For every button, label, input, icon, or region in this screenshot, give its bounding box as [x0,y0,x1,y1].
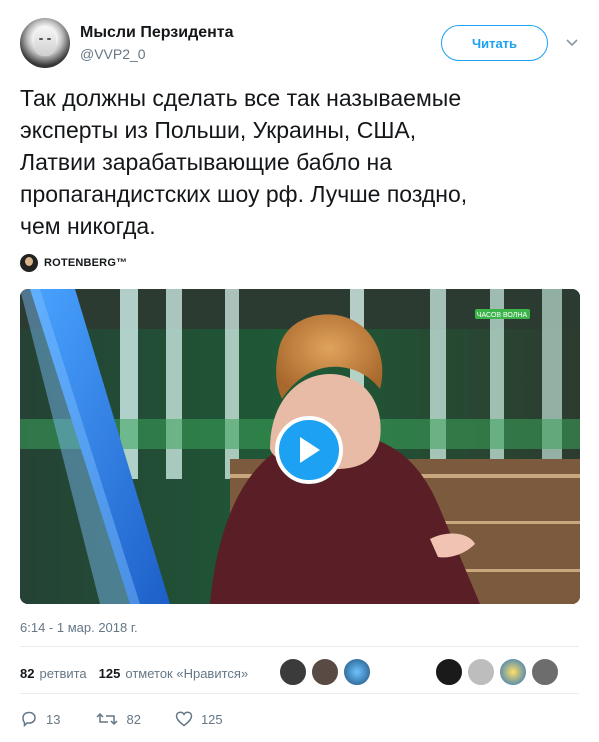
liker-avatar-7[interactable] [531,658,559,686]
tweet-text: Так должны сделать все так называемые эк… [20,85,468,239]
author-avatar[interactable] [20,18,70,68]
tweet-actions: 13 82 125 [20,708,223,730]
author-handle[interactable]: @VVP2_0 [80,46,146,62]
reply-icon [22,711,36,728]
liker-avatar-5[interactable] [467,658,495,686]
play-button[interactable] [275,416,343,484]
like-count: 125 [200,711,223,727]
reply-count: 13 [46,711,61,727]
rotenberg-app-icon [20,254,38,272]
channel-logo: ЧАСОВ ВОЛНА [477,312,528,319]
chevron-down-icon[interactable] [566,38,578,48]
reply-button[interactable]: 13 [20,710,60,728]
tweet-header: Мысли Перзидента @VVP2_0 Читать [0,0,599,80]
liker-avatar-2[interactable] [311,658,339,686]
liker-avatar-3[interactable] [343,658,371,686]
avatar-eye-right [47,38,51,40]
divider-bottom [20,693,579,694]
likes-count[interactable]: 125 [99,666,121,681]
author-name[interactable]: Мысли Перзидента [80,24,234,42]
tweet-timestamp[interactable]: 6:14 - 1 мар. 2018 г. [20,620,138,635]
liker-avatar-1[interactable] [279,658,307,686]
liker-avatar-6[interactable] [499,658,527,686]
liker-avatar-4[interactable] [435,658,463,686]
via-app-label: ROTENBERG™ [44,257,128,269]
retweet-icon [96,712,118,726]
heart-icon [175,711,193,727]
retweets-count[interactable]: 82 [20,666,34,681]
retweet-count: 82 [126,711,141,727]
avatar-eye-left [39,38,43,40]
tweet-stats: 82 ретвита 125 отметок «Нравится» [20,663,248,683]
likers-gap [375,658,435,686]
divider-top [20,646,579,647]
retweet-button[interactable]: 82 [96,710,141,728]
play-icon [300,437,320,463]
follow-button[interactable]: Читать [441,25,548,61]
likers-avatars [279,658,563,686]
likes-label[interactable]: отметок «Нравится» [125,666,248,681]
retweets-label[interactable]: ретвита [39,666,86,681]
avatar-face [34,26,56,56]
like-button[interactable]: 125 [175,710,223,728]
via-app[interactable]: ROTENBERG™ [20,254,127,272]
